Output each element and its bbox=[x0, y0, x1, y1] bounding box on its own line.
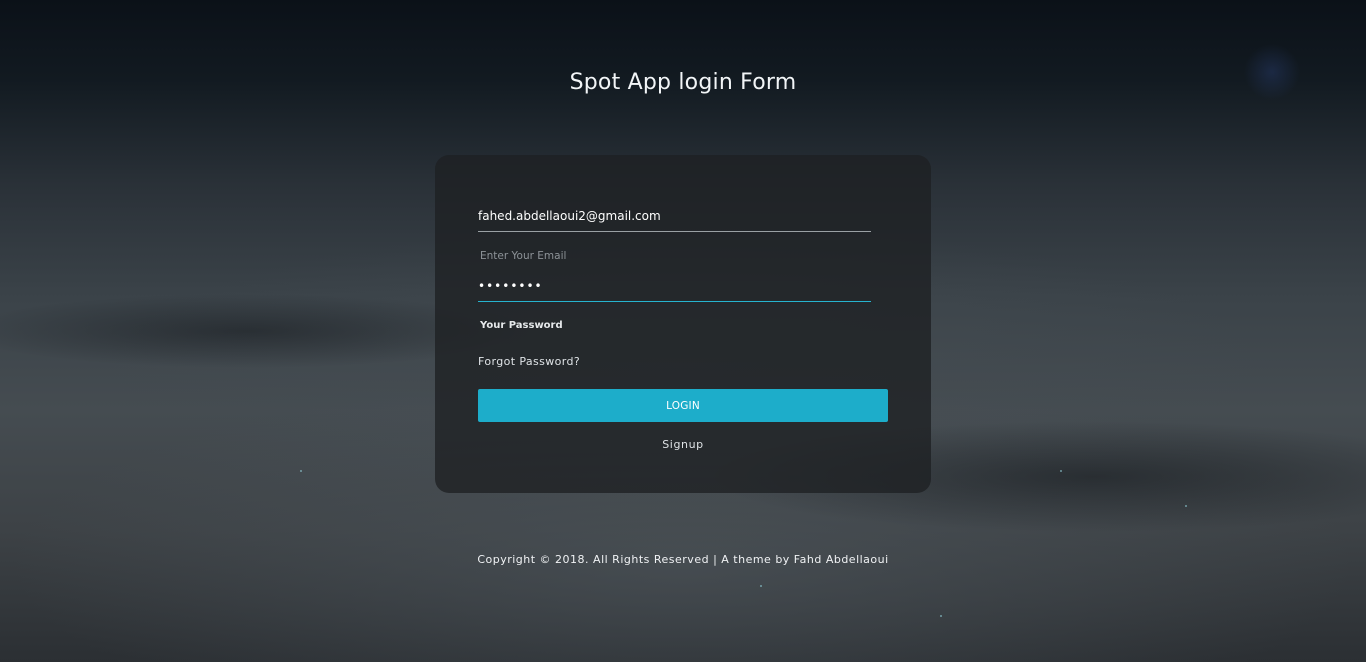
login-button[interactable]: LOGIN bbox=[478, 389, 888, 422]
page-title: Spot App login Form bbox=[569, 70, 797, 95]
email-field[interactable] bbox=[478, 205, 871, 232]
sand-speck bbox=[1060, 470, 1062, 472]
copyright-text: Copyright © 2018. All Rights Reserved | … bbox=[477, 553, 889, 566]
login-card: Enter Your Email Your Password Forgot Pa… bbox=[435, 155, 931, 493]
sand-speck bbox=[300, 470, 302, 472]
sand-speck bbox=[1185, 505, 1187, 507]
password-underline bbox=[478, 301, 871, 302]
password-field[interactable] bbox=[478, 275, 871, 302]
email-underline bbox=[478, 231, 871, 232]
signup-link[interactable]: Signup bbox=[435, 438, 931, 451]
forgot-password-link[interactable]: Forgot Password? bbox=[478, 355, 580, 368]
password-label: Your Password bbox=[480, 320, 563, 331]
sand-speck bbox=[760, 585, 762, 587]
email-input[interactable] bbox=[478, 209, 871, 231]
email-label: Enter Your Email bbox=[480, 250, 567, 262]
password-input[interactable] bbox=[478, 279, 871, 301]
sand-speck bbox=[940, 615, 942, 617]
